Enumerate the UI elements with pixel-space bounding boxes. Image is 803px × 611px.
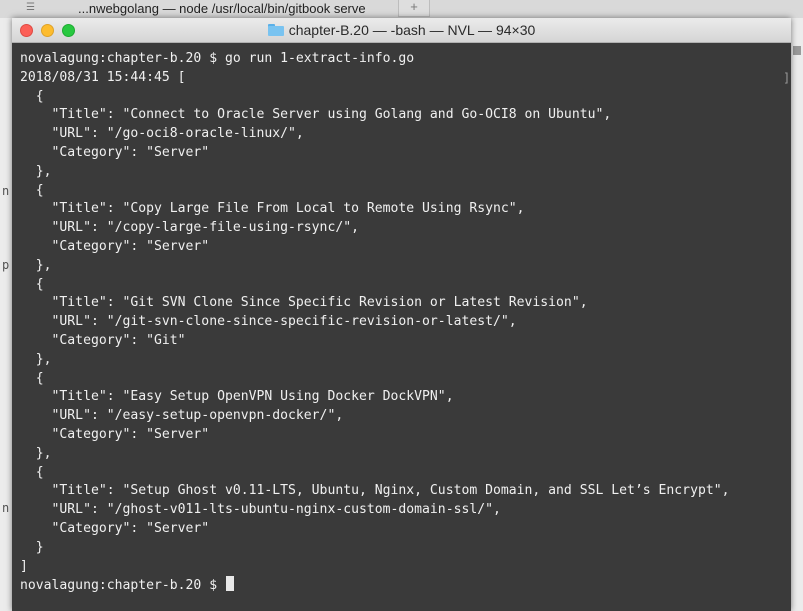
terminal-line: "Category": "Server" [20,238,210,254]
terminal-line: "URL": "/copy-large-file-using-rsync/", [20,220,359,236]
edge-char: p [2,258,10,272]
terminal-line: { [20,182,44,198]
terminal-line: "Category": "Server" [20,144,210,160]
background-right-mark [793,46,801,55]
terminal-line: "Category": "Git" [20,332,186,348]
terminal-line: } [20,539,44,555]
prompt-text: novalagung:chapter-b.20 $ [20,578,225,594]
terminal-line: { [20,276,44,292]
terminal-line: "Title": "Copy Large File From Local to … [20,201,525,217]
window-title: chapter-B.20 — -bash — NVL — 94×30 [12,22,791,38]
edge-char: n [2,501,10,515]
terminal-line: "Category": "Server" [20,520,210,536]
terminal-line: "Title": "Easy Setup OpenVPN Using Docke… [20,389,454,405]
terminal-line: "URL": "/ghost-v011-lts-ubuntu-nginx-cus… [20,502,501,518]
terminal-line: }, [20,445,52,461]
background-right-edge [791,18,803,611]
background-tab-strip: ☰ ...nwebgolang — node /usr/local/bin/gi… [0,0,803,19]
terminal-tab-icon: ☰ [26,2,35,13]
folder-icon [267,24,284,36]
terminal-line: ] [20,558,28,574]
terminal-line: { [20,88,44,104]
background-left-edge: n p n [0,18,12,611]
terminal-line: "Title": "Connect to Oracle Server using… [20,107,612,123]
terminal-line: { [20,370,44,386]
terminal-line: { [20,464,44,480]
terminal-line: "URL": "/go-oci8-oracle-linux/", [20,126,304,142]
terminal-line: novalagung:chapter-b.20 $ go run 1-extra… [20,51,415,66]
terminal-line: "Title": "Git SVN Clone Since Specific R… [20,295,588,311]
terminal-line: "URL": "/git-svn-clone-since-specific-re… [20,314,517,330]
terminal-line: }, [20,257,52,273]
terminal-line: "Category": "Server" [20,426,210,442]
terminal-line: }, [20,351,52,367]
title-bar[interactable]: chapter-B.20 — -bash — NVL — 94×30 [12,18,791,43]
terminal-line: "URL": "/easy-setup-openvpn-docker/", [20,408,344,424]
window-title-text: chapter-B.20 — -bash — NVL — 94×30 [288,22,536,38]
text-cursor [225,576,234,592]
edge-char: n [2,184,10,198]
background-tab-title[interactable]: ...nwebgolang — node /usr/local/bin/gitb… [78,1,366,16]
new-tab-button[interactable]: + [398,0,430,17]
scroll-indicator: ] [783,71,791,85]
prompt-line[interactable]: novalagung:chapter-b.20 $ [20,576,791,595]
terminal-line: 2018/08/31 15:44:45 [ [20,69,186,85]
terminal-window[interactable]: chapter-B.20 — -bash — NVL — 94×30 noval… [12,18,791,611]
terminal-line: }, [20,163,52,179]
terminal-line: "Title": "Setup Ghost v0.11-LTS, Ubuntu,… [20,483,730,499]
terminal-output[interactable]: novalagung:chapter-b.20 $ go run 1-extra… [12,43,791,611]
